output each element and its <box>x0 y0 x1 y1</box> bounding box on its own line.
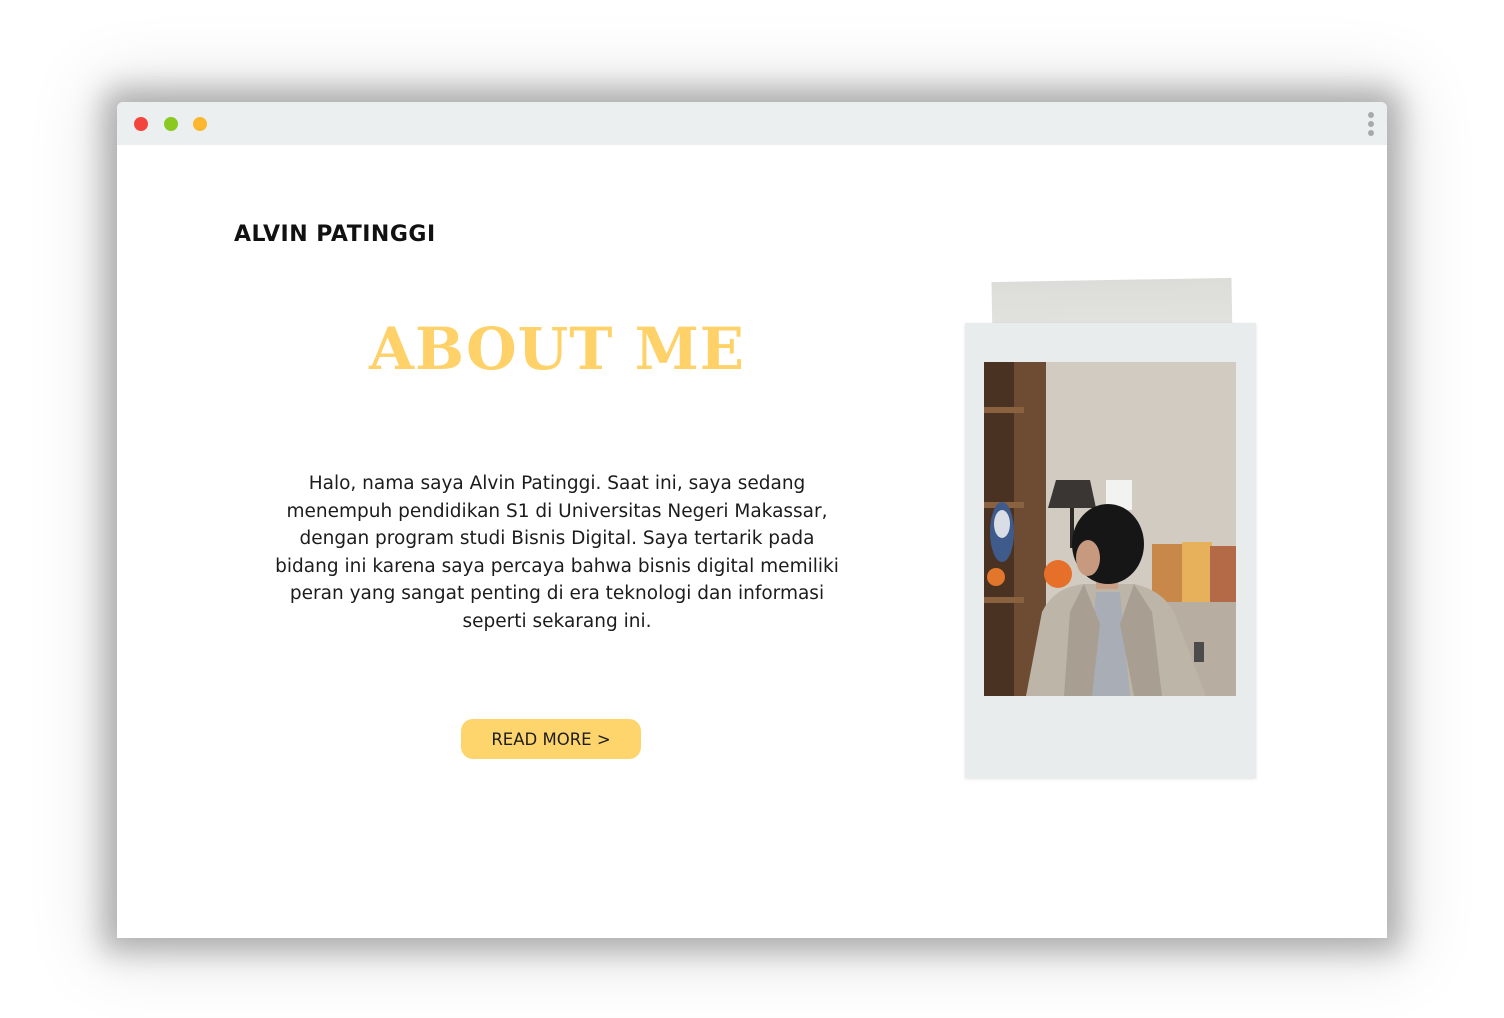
maximize-dot-icon[interactable] <box>193 117 207 131</box>
browser-window: ALVIN PATINGGI ABOUT ME Halo, nama saya … <box>117 102 1387 938</box>
profile-photo-illustration <box>984 362 1236 696</box>
browser-titlebar <box>117 102 1387 145</box>
page: ALVIN PATINGGI ABOUT ME Halo, nama saya … <box>0 0 1504 1018</box>
read-more-button[interactable]: READ MORE > <box>461 719 641 759</box>
polaroid-frame <box>965 323 1256 778</box>
page-title: ABOUT ME <box>369 315 745 383</box>
about-paragraph: Halo, nama saya Alvin Patinggi. Saat ini… <box>275 473 839 632</box>
kebab-menu-icon[interactable] <box>1367 112 1375 136</box>
minimize-dot-icon[interactable] <box>164 117 178 131</box>
close-dot-icon[interactable] <box>134 117 148 131</box>
brand-name: ALVIN PATINGGI <box>234 222 436 247</box>
profile-photo <box>984 362 1236 696</box>
